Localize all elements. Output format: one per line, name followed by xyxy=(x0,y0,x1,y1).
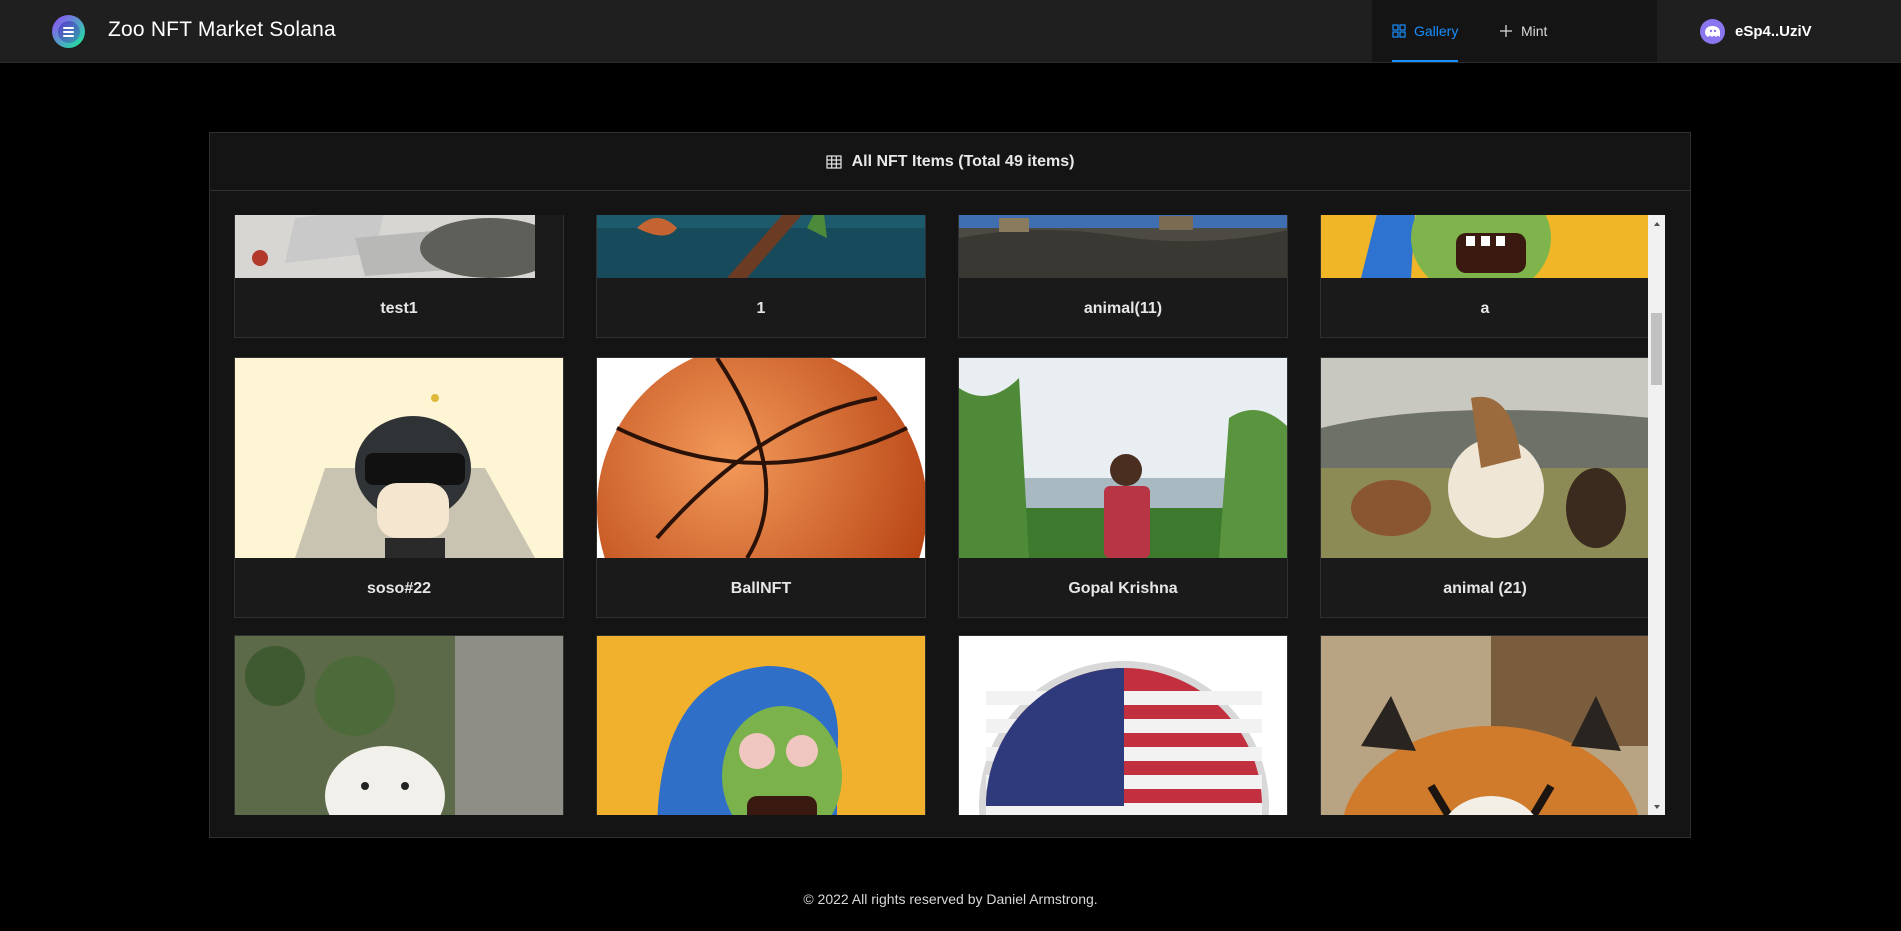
main-nav: Gallery Mint xyxy=(1372,0,1657,62)
nft-card[interactable]: Gopal Krishna xyxy=(958,357,1288,618)
scrollbar-thumb[interactable] xyxy=(1651,313,1662,385)
nft-card[interactable] xyxy=(1320,635,1650,815)
nft-title: animal(11) xyxy=(1083,299,1163,317)
top-header: Zoo NFT Market Solana Gallery Mint eSp4.… xyxy=(0,0,1901,63)
nft-image xyxy=(597,358,925,558)
nft-title: animal (21) xyxy=(1443,579,1527,597)
solana-logo-icon[interactable] xyxy=(52,15,85,48)
nft-title: soso#22 xyxy=(366,579,432,597)
nft-card[interactable] xyxy=(958,635,1288,815)
wallet-address: eSp4..UziV xyxy=(1735,22,1812,40)
phantom-wallet-icon xyxy=(1700,18,1725,44)
nft-card[interactable]: soso#22 xyxy=(234,357,564,618)
nav-mint-label: Mint xyxy=(1521,23,1548,39)
nft-card[interactable]: animal(11) xyxy=(958,215,1288,338)
nft-image xyxy=(1321,215,1649,278)
app-title: Zoo NFT Market Solana xyxy=(108,18,336,41)
nft-card[interactable]: animal (21) xyxy=(1320,357,1650,618)
nft-image xyxy=(235,636,563,815)
nft-image xyxy=(597,636,925,815)
nft-image xyxy=(959,636,1287,815)
nft-title: test1 xyxy=(380,299,418,317)
footer-copyright: © 2022 All rights reserved by Daniel Arm… xyxy=(803,891,1098,907)
table-icon xyxy=(825,154,842,169)
nft-title: BallNFT xyxy=(730,579,792,597)
nft-title: a xyxy=(1480,299,1490,317)
nft-image xyxy=(235,215,563,278)
scroll-up-arrow-icon[interactable] xyxy=(1648,215,1665,232)
nft-image xyxy=(1321,636,1649,815)
nft-image xyxy=(1321,358,1649,558)
plus-icon xyxy=(1500,25,1512,37)
nft-card[interactable] xyxy=(234,635,564,815)
gallery-scrollbar[interactable] xyxy=(1648,215,1665,815)
nav-mint-tab[interactable]: Mint xyxy=(1499,0,1547,62)
nft-image xyxy=(959,215,1287,278)
nft-title: 1 xyxy=(756,299,766,317)
scroll-down-arrow-icon[interactable] xyxy=(1648,798,1665,815)
grid-icon xyxy=(1392,24,1406,38)
nft-title: Gopal Krishna xyxy=(1068,579,1178,597)
nft-card[interactable]: BallNFT xyxy=(596,357,926,618)
nft-gallery-card: All NFT Items (Total 49 items) test1 1 a… xyxy=(209,132,1691,838)
nft-image xyxy=(235,358,563,558)
nft-card[interactable]: 1 xyxy=(596,215,926,338)
nft-card[interactable]: test1 xyxy=(234,215,564,338)
nft-image xyxy=(959,358,1287,558)
wallet-button[interactable]: eSp4..UziV xyxy=(1700,16,1812,46)
nav-gallery-tab[interactable]: Gallery xyxy=(1392,0,1459,62)
nft-image xyxy=(597,215,925,278)
nav-gallery-label: Gallery xyxy=(1414,23,1459,39)
nft-card[interactable]: a xyxy=(1320,215,1650,338)
gallery-scroll-area[interactable]: test1 1 animal(11) a soso#22 BallNFT Gop… xyxy=(234,215,1665,815)
gallery-heading: All NFT Items (Total 49 items) xyxy=(851,152,1075,170)
gallery-header: All NFT Items (Total 49 items) xyxy=(210,133,1690,191)
nft-card[interactable] xyxy=(596,635,926,815)
